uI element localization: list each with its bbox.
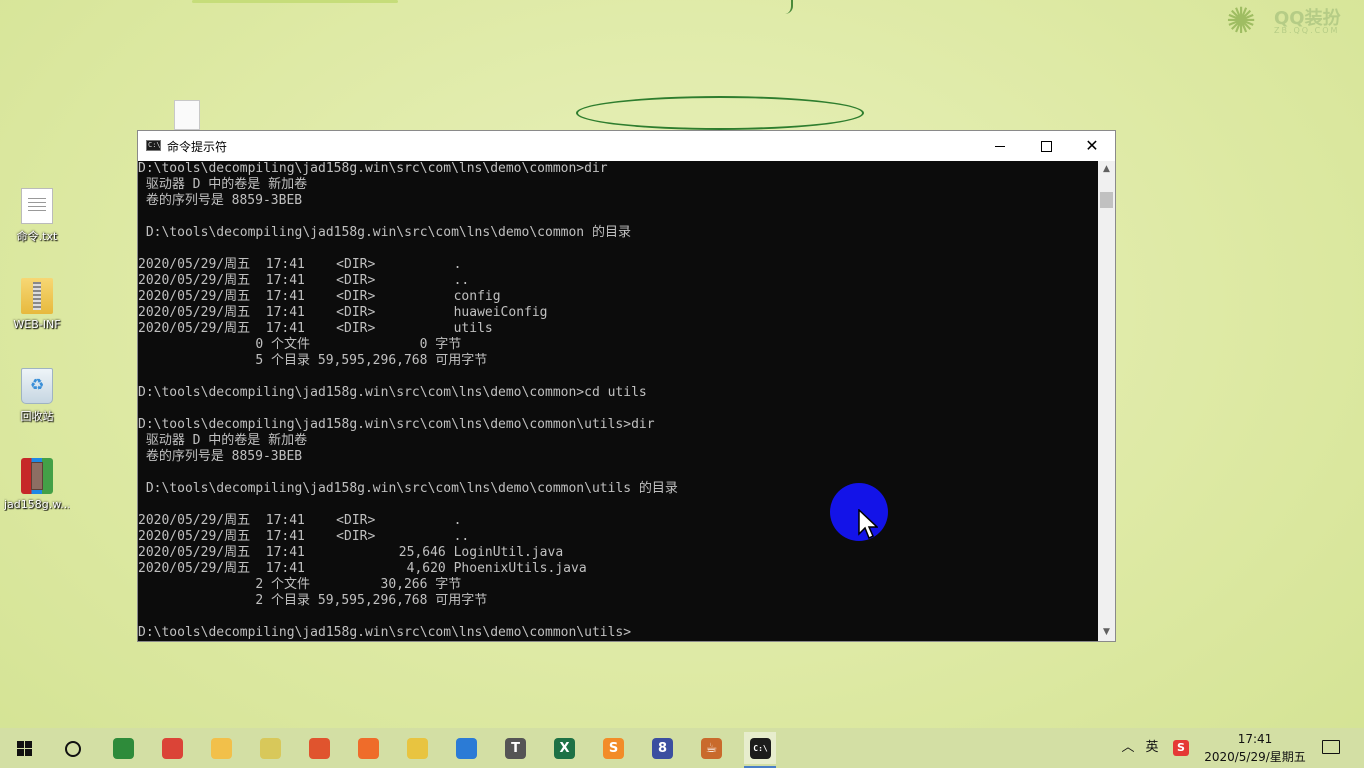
start-button[interactable] xyxy=(8,732,40,764)
sogou-icon: S xyxy=(1173,740,1189,756)
wallpaper-decoration xyxy=(781,0,793,14)
notepad-icon xyxy=(260,738,281,759)
folder-icon xyxy=(21,278,53,314)
winrar-archive-icon xyxy=(21,458,53,494)
mouse-pointer-icon xyxy=(858,509,878,540)
qq-flower-logo-icon: ✺ xyxy=(1226,1,1257,42)
desktop-icon-label: 回收站 xyxy=(20,410,54,423)
taskbar: T X S 8 ☕ C:\ ︿ 英 S 17:41 2020/5/29/星期五 xyxy=(0,728,1364,768)
chevron-up-icon: ︿ xyxy=(1121,740,1135,755)
typora-icon: T xyxy=(505,738,526,759)
sublime-icon: S xyxy=(603,738,624,759)
excel-icon: X xyxy=(554,738,575,759)
wallpaper-pot-drawing xyxy=(576,96,864,130)
taskbar-app-button[interactable]: C:\ xyxy=(744,732,776,768)
taskbar-app-button[interactable] xyxy=(156,732,188,764)
scrollbar-thumb[interactable] xyxy=(1100,192,1113,208)
taskbar-app-button[interactable] xyxy=(303,732,335,764)
windows-logo-icon xyxy=(25,749,32,756)
taskbar-app-button[interactable] xyxy=(401,732,433,764)
java-icon: ☕ xyxy=(701,738,722,759)
action-center-icon[interactable] xyxy=(1322,740,1340,754)
windows-logo-icon xyxy=(17,749,24,756)
windows-logo-icon xyxy=(17,741,24,748)
taskbar-app-button[interactable] xyxy=(107,732,139,764)
console-text: D:\tools\decompiling\jad158g.win\src\com… xyxy=(138,161,678,640)
show-hidden-icons-button[interactable]: ︿ xyxy=(1118,728,1138,768)
desktop-file-icon[interactable] xyxy=(174,100,200,130)
window-titlebar[interactable]: C:\ 命令提示符 ✕ xyxy=(138,131,1115,161)
desktop-icon-web-inf[interactable]: WEB-INF xyxy=(4,278,70,331)
taskbar-app-button[interactable]: X xyxy=(548,732,580,764)
wallpaper-decoration xyxy=(192,0,398,3)
taskbar-app-button[interactable]: S xyxy=(597,732,629,764)
cortana-search-button[interactable] xyxy=(56,732,88,764)
minimize-icon xyxy=(995,146,1005,147)
desktop-icon-label: 命令.txt xyxy=(16,230,58,243)
console-output[interactable]: D:\tools\decompiling\jad158g.win\src\com… xyxy=(138,161,1099,641)
desktop-icon-label: WEB-INF xyxy=(13,318,61,331)
scroll-down-icon[interactable]: ▼ xyxy=(1098,624,1115,641)
taskbar-app-button[interactable]: T xyxy=(499,732,531,764)
cmd-icon: C:\ xyxy=(750,738,771,759)
taskbar-app-button[interactable]: 8 xyxy=(646,732,678,764)
taskbar-app-button[interactable] xyxy=(450,732,482,764)
sogou-ime-button[interactable]: S xyxy=(1170,728,1192,768)
file-explorer-icon xyxy=(211,738,232,759)
navicat-icon xyxy=(407,738,428,759)
taskbar-app-button[interactable] xyxy=(352,732,384,764)
close-icon: ✕ xyxy=(1085,136,1099,155)
cmd-window[interactable]: C:\ 命令提示符 ✕ D:\tools\decompiling\jad158g… xyxy=(137,130,1116,642)
recycle-bin-icon xyxy=(21,368,53,404)
cmd-icon[interactable]: C:\ xyxy=(146,140,161,151)
desktop-icon-jad-archive[interactable]: jad158g.w... xyxy=(4,458,70,511)
desktop-icon-recycle-bin[interactable]: 回收站 xyxy=(4,368,70,424)
maximize-icon xyxy=(1040,141,1052,152)
close-button[interactable]: ✕ xyxy=(1069,131,1115,161)
desktop-icon-command-txt[interactable]: 命令.txt xyxy=(4,188,70,244)
taskbar-app-button[interactable]: ☕ xyxy=(695,732,727,764)
clock-time: 17:41 xyxy=(1237,732,1273,746)
taskbar-app-button[interactable] xyxy=(254,732,286,764)
chrome-icon xyxy=(162,738,183,759)
qq-watermark: ✺ QQ装扮 ZB.QQ.COM xyxy=(1226,0,1356,44)
sourcetree-icon xyxy=(113,738,134,759)
clock-date: 2020/5/29/星期五 xyxy=(1204,750,1306,764)
watermark-subtitle: ZB.QQ.COM xyxy=(1274,26,1340,35)
ime-indicator[interactable]: 英 xyxy=(1142,728,1162,768)
scroll-up-icon[interactable]: ▲ xyxy=(1098,161,1115,178)
window-title: 命令提示符 xyxy=(167,140,228,154)
text-file-icon xyxy=(21,188,53,224)
edge-icon xyxy=(456,738,477,759)
desktop-icon-label: jad158g.w... xyxy=(4,498,70,511)
eclipse-icon: 8 xyxy=(652,738,673,759)
maximize-button[interactable] xyxy=(1023,131,1069,161)
minimize-button[interactable] xyxy=(977,131,1023,161)
postman-icon xyxy=(358,738,379,759)
vertical-scrollbar[interactable]: ▲ ▼ xyxy=(1098,161,1115,641)
snail-app-icon xyxy=(309,738,330,759)
windows-logo-icon xyxy=(25,741,32,748)
clock[interactable]: 17:41 2020/5/29/星期五 xyxy=(1200,730,1310,766)
taskbar-app-button[interactable] xyxy=(205,732,237,764)
